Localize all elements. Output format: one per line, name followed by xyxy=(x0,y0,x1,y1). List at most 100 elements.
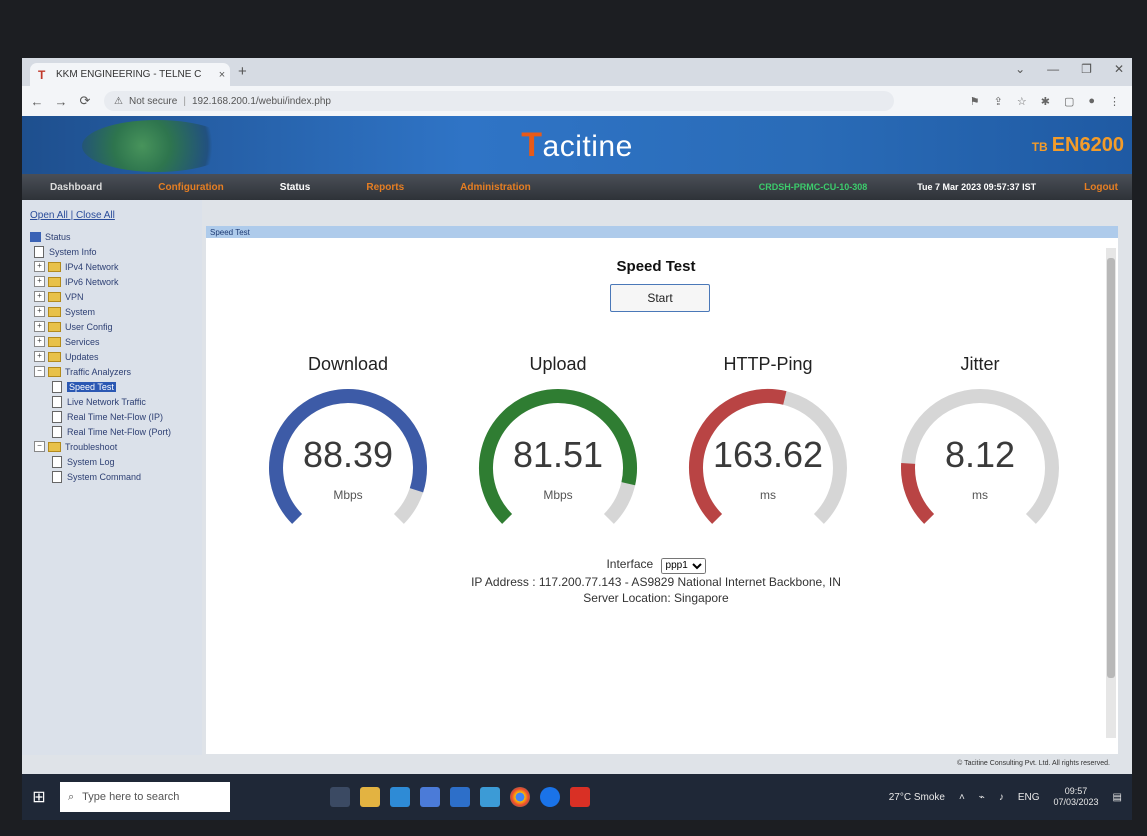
expand-icon[interactable]: + xyxy=(34,351,45,362)
weather-widget[interactable]: 27°C Smoke xyxy=(889,792,945,803)
interface-select[interactable]: ppp1 xyxy=(660,557,706,574)
copyright-footer: © Tacitine Consulting Pvt. Ltd. All righ… xyxy=(957,760,1110,767)
tree-item[interactable]: Speed Test xyxy=(30,379,202,394)
menu-dashboard[interactable]: Dashboard xyxy=(22,182,130,193)
notifications-icon[interactable]: ▤ xyxy=(1113,792,1122,803)
forward-icon[interactable]: → xyxy=(52,94,70,109)
url-field[interactable]: ⚠ Not secure | 192.168.200.1/webui/index… xyxy=(104,91,894,111)
expand-icon[interactable]: + xyxy=(34,336,45,347)
tab-search-icon[interactable]: ⌄ xyxy=(1015,62,1025,76)
chrome-icon[interactable] xyxy=(510,787,530,807)
tree-item[interactable]: − Troubleshoot xyxy=(30,439,202,454)
taskbar-clock[interactable]: 09:57 07/03/2023 xyxy=(1054,786,1099,808)
collapse-icon[interactable]: − xyxy=(34,441,45,452)
start-button[interactable]: Start xyxy=(610,284,710,312)
share-icon[interactable]: ⇪ xyxy=(994,95,1003,108)
expand-icon[interactable]: + xyxy=(34,306,45,317)
language-indicator[interactable]: ENG xyxy=(1018,792,1040,803)
expand-icon[interactable]: + xyxy=(34,276,45,287)
tree-item[interactable]: System Log xyxy=(30,454,202,469)
page-icon xyxy=(52,425,62,438)
tree-item[interactable]: Real Time Net-Flow (IP) xyxy=(30,409,202,424)
windows-start-icon[interactable]: ⊞ xyxy=(22,774,56,820)
bookmark-star-icon[interactable]: ☆ xyxy=(1017,95,1027,108)
tree-item[interactable]: Real Time Net-Flow (Port) xyxy=(30,424,202,439)
scrollbar-thumb[interactable] xyxy=(1107,258,1115,678)
tray-chevron-icon[interactable]: ˄ xyxy=(959,792,965,803)
sidepanel-icon[interactable]: ▢ xyxy=(1064,95,1074,108)
menu-administration[interactable]: Administration xyxy=(432,182,559,193)
tree-item-label: Real Time Net-Flow (IP) xyxy=(67,411,164,422)
tree-item[interactable]: Status xyxy=(30,229,202,244)
browser-tab[interactable]: T KKM ENGINEERING - TELNE C × xyxy=(30,63,230,86)
network-icon[interactable]: ⌁ xyxy=(979,792,985,803)
edge-icon[interactable] xyxy=(390,787,410,807)
device-model: TB EN6200 xyxy=(1031,134,1124,156)
tree-item-label: Troubleshoot xyxy=(65,441,118,452)
maximize-icon[interactable]: ❐ xyxy=(1081,62,1092,76)
tree-item[interactable]: + Services xyxy=(30,334,202,349)
tree-item-label: System Log xyxy=(67,456,115,467)
clock-time: 09:57 xyxy=(1064,786,1088,796)
content-scrollbar[interactable] xyxy=(1106,248,1116,738)
menu-reports[interactable]: Reports xyxy=(338,182,432,193)
tree-item[interactable]: − Traffic Analyzers xyxy=(30,364,202,379)
close-window-icon[interactable]: ✕ xyxy=(1114,62,1124,76)
app-blue-icon[interactable] xyxy=(540,787,560,807)
app-red-icon[interactable] xyxy=(570,787,590,807)
gauge-label: Download xyxy=(307,354,389,374)
gauge-label: Upload xyxy=(529,354,587,374)
tree-item[interactable]: + User Config xyxy=(30,319,202,334)
navigation-tree: Status System Info + IPv4 Network + IPv6 Netw… xyxy=(22,229,202,484)
tree-item[interactable]: + VPN xyxy=(30,289,202,304)
gauge-unit: Mbps xyxy=(333,488,363,502)
taskbar-search[interactable]: ⌕ Type here to search xyxy=(60,782,230,812)
back-icon[interactable]: ← xyxy=(28,94,46,109)
store-icon[interactable] xyxy=(420,787,440,807)
tree-item-label: VPN xyxy=(65,291,84,302)
new-tab-button[interactable]: + xyxy=(238,63,247,80)
tree-item[interactable]: System Info xyxy=(30,244,202,259)
tree-item[interactable]: + System xyxy=(30,304,202,319)
tree-item-label: Traffic Analyzers xyxy=(65,366,132,377)
gauge-unit: ms xyxy=(972,488,988,502)
not-secure-warning-icon[interactable]: ⚠ xyxy=(114,96,123,107)
logout-link[interactable]: Logout xyxy=(1084,182,1118,193)
close-tab-icon[interactable]: × xyxy=(214,69,230,81)
file-explorer-icon[interactable] xyxy=(360,787,380,807)
gauge-label: Jitter xyxy=(960,354,1000,374)
expand-icon[interactable]: + xyxy=(34,261,45,272)
extension-icon[interactable]: ⚑ xyxy=(970,95,980,108)
browser-toolbar-icons: ⚑ ⇪ ☆ ✱ ▢ ● ⋮ xyxy=(970,95,1120,108)
speaker-icon[interactable]: ♪ xyxy=(999,792,1004,803)
tree-item-label: User Config xyxy=(65,321,113,332)
menu-configuration[interactable]: Configuration xyxy=(130,182,252,193)
collapse-icon[interactable]: − xyxy=(34,366,45,377)
mail-icon[interactable] xyxy=(450,787,470,807)
task-view-icon[interactable] xyxy=(330,787,350,807)
ip-address-line: IP Address : 117.200.77.143 - AS9829 Nat… xyxy=(471,574,841,589)
tree-item-label: System Command xyxy=(67,471,142,482)
menu-status[interactable]: Status xyxy=(252,182,339,193)
gauge-unit: ms xyxy=(760,488,776,502)
tree-item[interactable]: System Command xyxy=(30,469,202,484)
puzzle-icon[interactable]: ✱ xyxy=(1041,95,1050,108)
expand-icon[interactable]: + xyxy=(34,291,45,302)
reload-icon[interactable]: ⟳ xyxy=(76,93,94,109)
profile-icon[interactable]: ● xyxy=(1088,95,1095,108)
tree-item[interactable]: + IPv4 Network xyxy=(30,259,202,274)
tree-item[interactable]: + Updates xyxy=(30,349,202,364)
expand-icon[interactable]: + xyxy=(34,321,45,332)
gauge-label: HTTP-Ping xyxy=(723,354,813,374)
main-menu-bar: Dashboard Configuration Status Reports A… xyxy=(22,174,1132,200)
computer-icon xyxy=(30,231,41,242)
minimize-icon[interactable]: — xyxy=(1047,62,1059,76)
tree-item[interactable]: + IPv6 Network xyxy=(30,274,202,289)
menu-kebab-icon[interactable]: ⋮ xyxy=(1109,95,1120,108)
interface-label: Interface xyxy=(606,557,654,571)
app-icon[interactable] xyxy=(480,787,500,807)
folder-icon xyxy=(48,366,61,377)
tree-item[interactable]: Live Network Traffic xyxy=(30,394,202,409)
gauge-value: 8.12 xyxy=(944,434,1016,475)
open-close-all-links[interactable]: Open All | Close All xyxy=(22,200,202,229)
